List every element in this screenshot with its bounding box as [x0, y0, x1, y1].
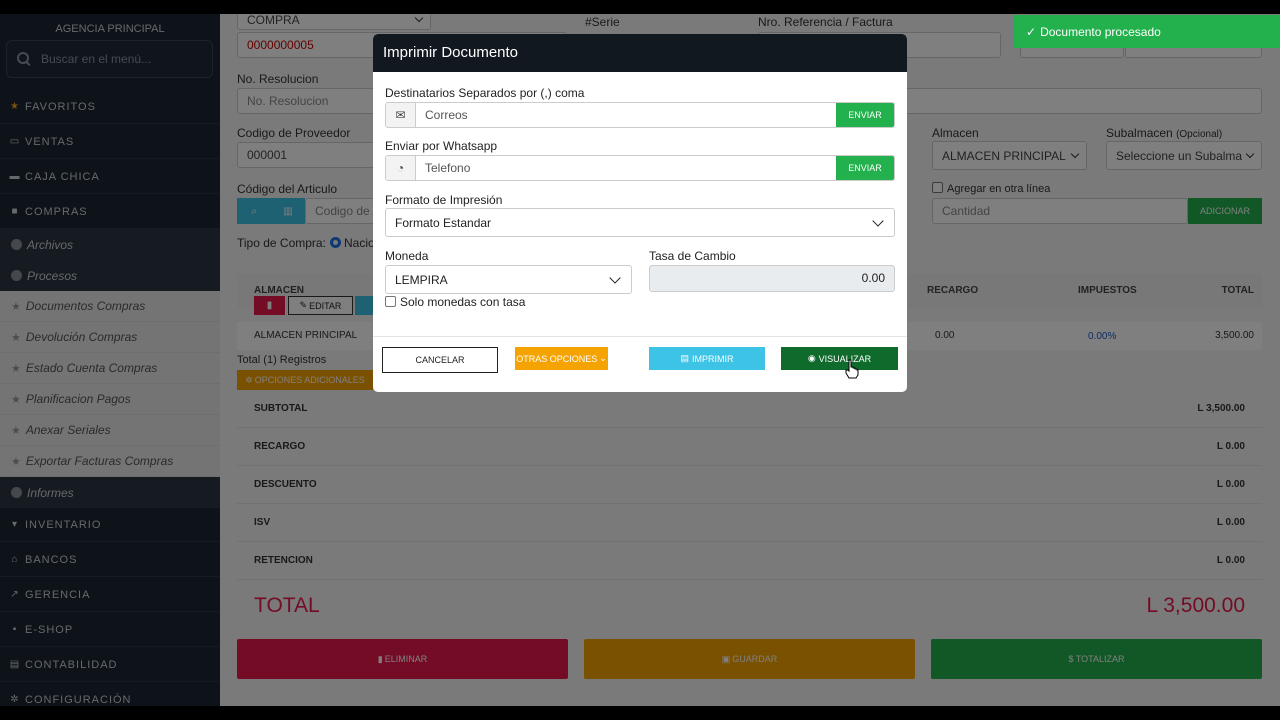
- currency-value: LEMPIRA: [395, 272, 448, 287]
- format-value: Formato Estandar: [395, 215, 492, 230]
- check-icon: ✓: [1026, 24, 1037, 39]
- app-window: AGENCIA PRINCIPAL Buscar en el menú... ★…: [0, 14, 1280, 706]
- send-whatsapp-button[interactable]: ENVIAR: [836, 156, 894, 180]
- whatsapp-icon: ◔: [386, 156, 416, 180]
- currency-select[interactable]: LEMPIRA: [385, 265, 632, 294]
- cancel-button[interactable]: CANCELAR: [382, 347, 498, 373]
- print-label: IMPRIMIR: [692, 353, 734, 364]
- email-input[interactable]: Correos: [416, 103, 836, 127]
- send-email-button[interactable]: ENVIAR: [836, 103, 894, 127]
- modal-footer-divider: [373, 336, 907, 337]
- only-rate-checkbox[interactable]: Solo monedas con tasa: [385, 295, 525, 309]
- print-document-modal: Imprimir Documento Destinatarios Separad…: [373, 34, 907, 392]
- email-group: ✉ Correos ENVIAR: [385, 102, 895, 128]
- other-options-label: OTRAS OPCIONES: [516, 353, 598, 364]
- phone-input[interactable]: Telefono: [416, 156, 836, 180]
- chevron-down-icon: [872, 215, 884, 227]
- chevron-down-icon: [609, 272, 621, 284]
- modal-title: Imprimir Documento: [373, 34, 907, 72]
- eye-icon: ◉: [807, 353, 816, 363]
- format-select[interactable]: Formato Estandar: [385, 208, 895, 237]
- printer-icon: ▤: [680, 353, 689, 363]
- envelope-icon: ✉: [386, 103, 416, 127]
- chevron-down-icon: ⌄: [599, 353, 607, 363]
- phone-placeholder: Telefono: [425, 161, 471, 175]
- rate-label: Tasa de Cambio: [649, 249, 736, 263]
- success-toast: ✓ Documento procesado: [1014, 15, 1280, 48]
- checkbox-icon: [385, 296, 396, 307]
- email-label: Destinatarios Separados por (,) coma: [385, 86, 585, 100]
- other-options-button[interactable]: OTRAS OPCIONES ⌄: [515, 347, 608, 370]
- toast-message: Documento procesado: [1040, 24, 1161, 39]
- whatsapp-label: Enviar por Whatsapp: [385, 139, 498, 153]
- preview-button[interactable]: ◉ VISUALIZAR: [781, 347, 898, 370]
- whatsapp-group: ◔ Telefono ENVIAR: [385, 155, 895, 181]
- print-button[interactable]: ▤ IMPRIMIR: [649, 347, 765, 370]
- only-rate-label: Solo monedas con tasa: [400, 295, 526, 309]
- currency-label: Moneda: [385, 249, 429, 263]
- rate-field: 0.00: [649, 265, 895, 292]
- format-label: Formato de Impresión: [385, 193, 503, 207]
- hand-cursor-icon: [845, 359, 859, 379]
- email-placeholder: Correos: [425, 108, 468, 122]
